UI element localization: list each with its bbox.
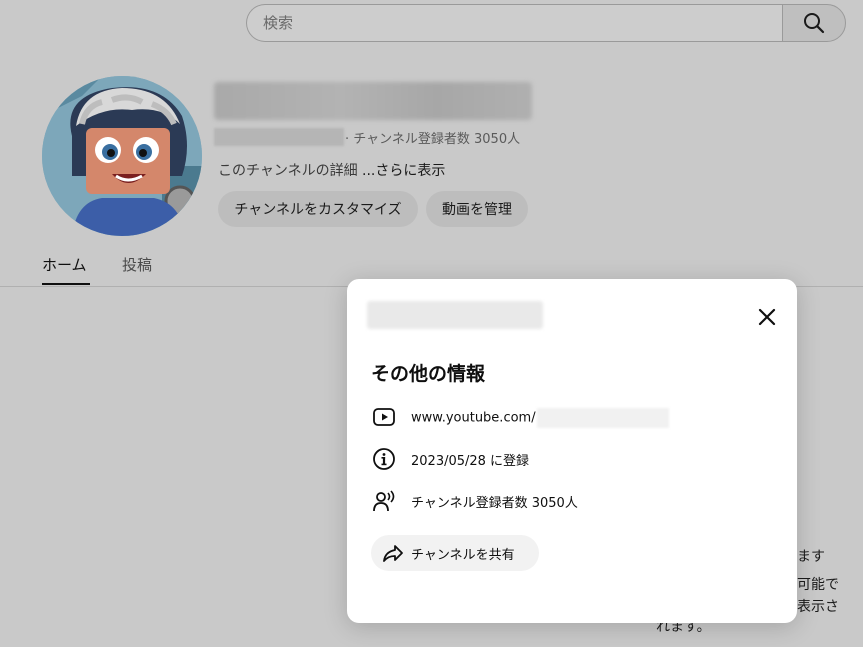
- customize-channel-button[interactable]: チャンネルをカスタマイズ: [218, 191, 418, 227]
- channel-avatar[interactable]: [42, 76, 202, 236]
- person-broadcast-icon: [373, 490, 395, 512]
- subscriber-count-text: チャンネル登録者数 3050人: [411, 496, 578, 511]
- background-text: 表示さ: [797, 599, 839, 615]
- share-channel-label: チャンネルを共有: [411, 548, 515, 563]
- channel-url-row: www.youtube.com/: [371, 404, 771, 430]
- active-tab-indicator: [42, 283, 90, 285]
- search-input[interactable]: [246, 4, 797, 42]
- subscribers-row: チャンネル登録者数 3050人: [371, 488, 771, 514]
- close-button[interactable]: [753, 303, 781, 331]
- tab-home[interactable]: ホーム: [42, 254, 87, 275]
- about-dialog: その他の情報 www.youtube.com/ 2023/05/28 に登録 チ…: [347, 279, 797, 623]
- background-text: 可能で: [797, 577, 839, 593]
- background-text: ます: [797, 549, 825, 565]
- share-channel-button[interactable]: チャンネルを共有: [371, 535, 539, 571]
- info-icon: [373, 448, 395, 470]
- channel-page: · チャンネル登録者数 3050人 このチャンネルの詳細 ...さらに表示 チャ…: [0, 0, 863, 647]
- channel-url-text[interactable]: www.youtube.com/: [411, 411, 536, 426]
- channel-url-redacted: [536, 408, 669, 428]
- search-icon: [804, 13, 825, 34]
- close-icon: [758, 308, 776, 326]
- tab-posts[interactable]: 投稿: [122, 254, 152, 275]
- subscriber-count: · チャンネル登録者数 3050人: [345, 132, 521, 147]
- more-info-heading: その他の情報: [371, 363, 486, 385]
- dialog-title-redacted: [367, 301, 543, 329]
- channel-handle-redacted: [214, 128, 344, 146]
- manage-videos-button[interactable]: 動画を管理: [426, 191, 528, 227]
- joined-date-row: 2023/05/28 に登録: [371, 446, 771, 472]
- share-icon: [383, 545, 403, 562]
- channel-name-redacted: [214, 82, 532, 120]
- show-more-link[interactable]: ...さらに表示: [362, 163, 445, 179]
- play-icon: [373, 408, 395, 426]
- avatar-image: [42, 76, 202, 236]
- description-text: このチャンネルの詳細: [218, 163, 363, 179]
- channel-description[interactable]: このチャンネルの詳細 ...さらに表示: [218, 160, 445, 180]
- joined-date-text: 2023/05/28 に登録: [411, 454, 530, 469]
- search-button[interactable]: [782, 4, 846, 42]
- search-bar: [246, 4, 846, 42]
